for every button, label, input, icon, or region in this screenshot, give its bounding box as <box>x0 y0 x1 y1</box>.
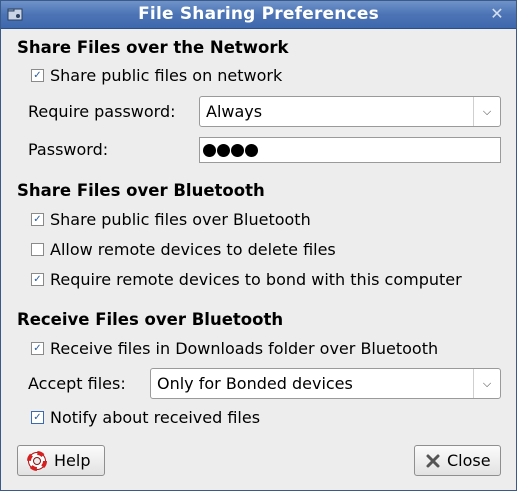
network-section-heading: Share Files over the Network <box>17 38 289 57</box>
require-password-value: Always <box>206 102 263 121</box>
receive-downloads-checkbox[interactable] <box>31 342 44 355</box>
accept-files-label: Accept files: <box>28 374 126 393</box>
receive-section-heading: Receive Files over Bluetooth <box>17 310 284 329</box>
title-bar[interactable]: File Sharing Preferences ✕ <box>1 1 516 29</box>
notify-label: Notify about received files <box>50 408 261 427</box>
receive-downloads-label: Receive files in Downloads folder over B… <box>50 339 439 358</box>
allow-delete-label: Allow remote devices to delete files <box>50 240 336 259</box>
share-network-checkbox-row[interactable]: Share public files on network <box>31 65 282 87</box>
receive-downloads-checkbox-row[interactable]: Receive files in Downloads folder over B… <box>31 338 438 360</box>
share-network-checkbox[interactable] <box>31 69 44 82</box>
accept-files-value: Only for Bonded devices <box>157 374 353 393</box>
close-button[interactable]: Close <box>414 445 501 476</box>
require-bond-checkbox-row[interactable]: Require remote devices to bond with this… <box>31 269 462 291</box>
allow-delete-checkbox[interactable] <box>31 243 44 256</box>
close-button-label: Close <box>447 451 491 470</box>
password-mask <box>203 142 259 161</box>
require-bond-label: Require remote devices to bond with this… <box>50 270 462 289</box>
share-bluetooth-checkbox-row[interactable]: Share public files over Bluetooth <box>31 209 311 231</box>
share-network-label: Share public files on network <box>50 66 283 85</box>
accept-files-combo[interactable]: Only for Bonded devices ⌵ <box>150 368 501 399</box>
require-bond-checkbox[interactable] <box>31 273 44 286</box>
chevron-down-icon: ⌵ <box>473 369 500 398</box>
help-button-label: Help <box>54 451 91 470</box>
close-x-icon <box>426 454 440 468</box>
file-sharing-window: File Sharing Preferences ✕ Share Files o… <box>0 0 517 491</box>
lifebuoy-icon <box>27 451 47 471</box>
chevron-down-icon: ⌵ <box>473 97 500 126</box>
share-bluetooth-checkbox[interactable] <box>31 213 44 226</box>
notify-checkbox-row[interactable]: Notify about received files <box>31 407 260 429</box>
share-bluetooth-label: Share public files over Bluetooth <box>50 210 311 229</box>
allow-delete-checkbox-row[interactable]: Allow remote devices to delete files <box>31 239 336 261</box>
window-title: File Sharing Preferences <box>138 4 379 24</box>
require-password-label: Require password: <box>28 102 176 121</box>
require-password-combo[interactable]: Always ⌵ <box>199 96 501 127</box>
password-label: Password: <box>28 140 109 159</box>
notify-checkbox[interactable] <box>31 411 44 424</box>
window-close-button[interactable]: ✕ <box>488 5 506 23</box>
password-field[interactable] <box>199 137 501 163</box>
help-button[interactable]: Help <box>17 445 105 476</box>
bluetooth-section-heading: Share Files over Bluetooth <box>17 181 265 200</box>
